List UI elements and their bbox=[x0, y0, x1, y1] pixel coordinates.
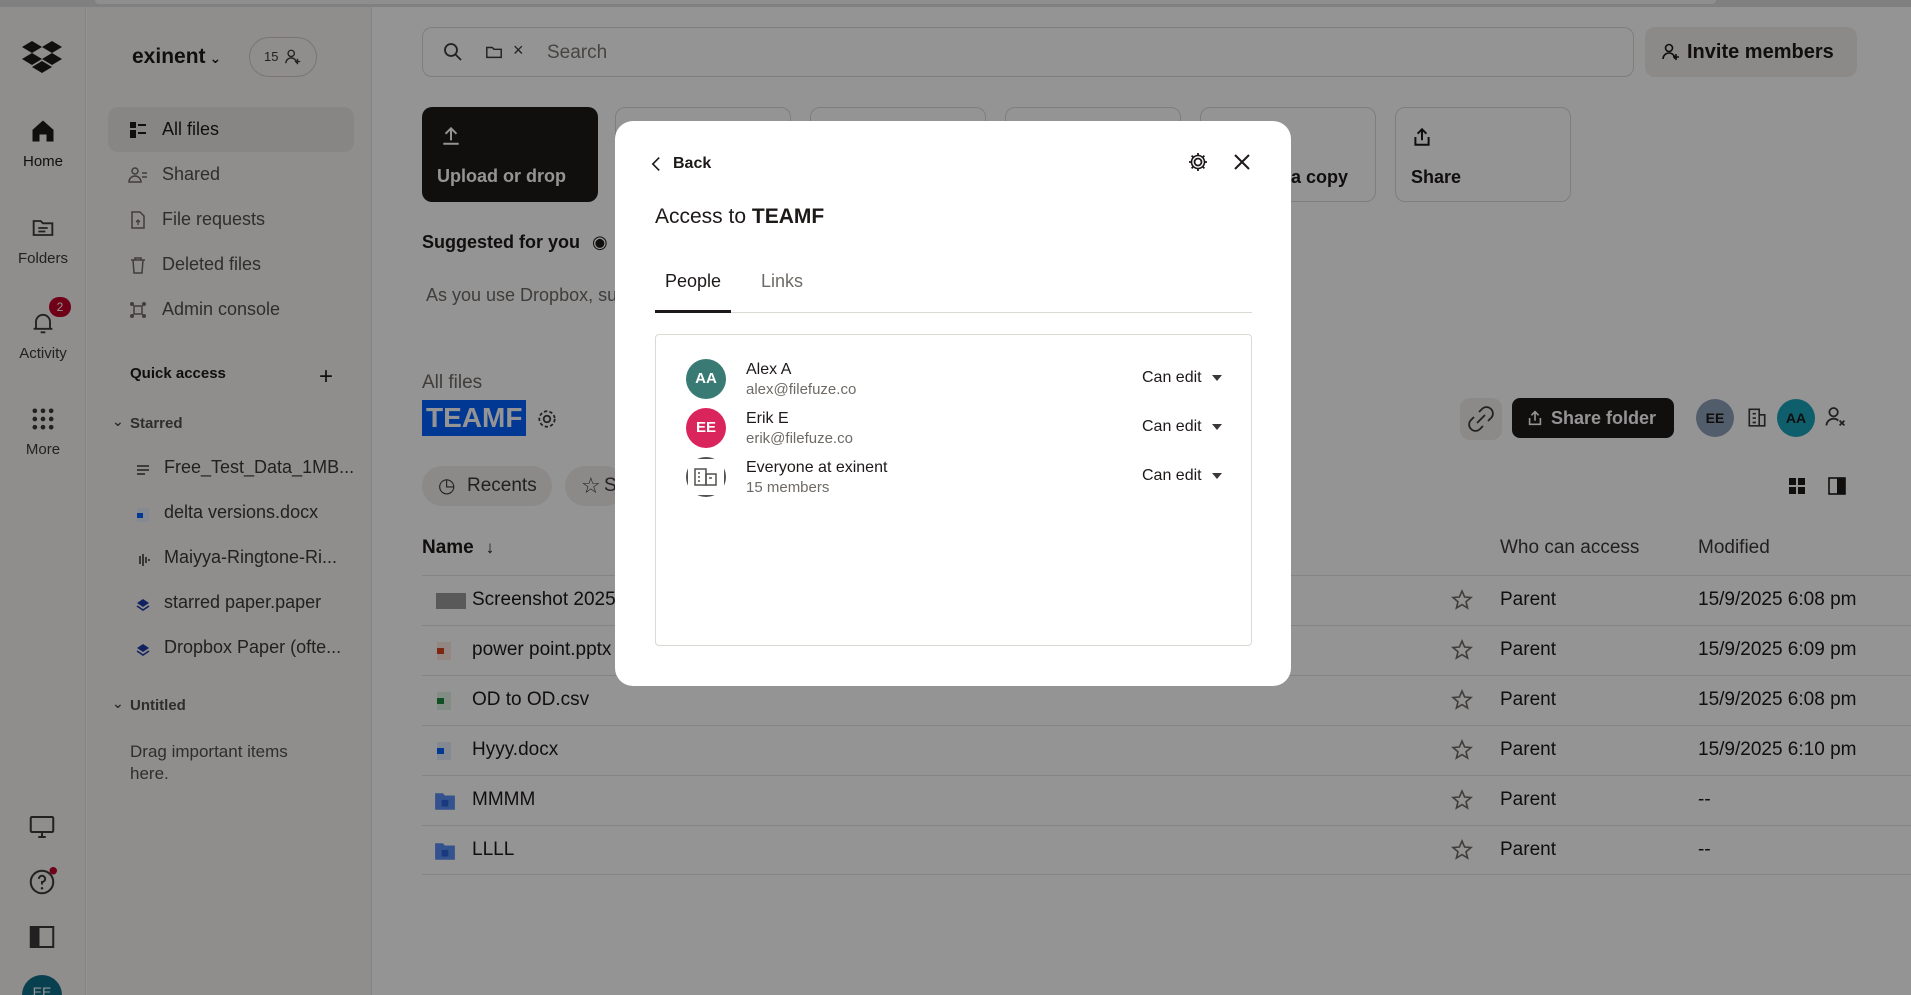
avatar: EE bbox=[686, 408, 726, 448]
permission-value: Can edit bbox=[1142, 369, 1202, 386]
person-name: Erik E bbox=[746, 410, 789, 427]
back-button[interactable]: Back bbox=[651, 154, 711, 174]
modal-title-folder: TEAMF bbox=[751, 205, 825, 228]
close-icon[interactable] bbox=[1231, 151, 1253, 173]
modal-title-prefix: Access to bbox=[655, 205, 752, 228]
avatar: AA bbox=[686, 359, 726, 399]
member-count: 15 members bbox=[746, 479, 830, 496]
tab-links[interactable]: Links bbox=[761, 271, 803, 292]
access-modal: Back Access to TEAMF People Links AA Ale… bbox=[615, 121, 1291, 686]
person-row: Everyone at exinent 15 members Can edit bbox=[656, 453, 1251, 503]
person-name: Alex A bbox=[746, 361, 792, 378]
permission-dropdown[interactable]: Can edit bbox=[1142, 467, 1222, 485]
permission-value: Can edit bbox=[1142, 418, 1202, 435]
person-email: alex@filefuze.co bbox=[746, 381, 857, 398]
caret-down-icon bbox=[1211, 423, 1222, 430]
back-label: Back bbox=[673, 155, 712, 172]
tab-people[interactable]: People bbox=[665, 271, 721, 292]
caret-down-icon bbox=[1211, 374, 1222, 381]
active-tab-indicator bbox=[655, 310, 731, 313]
permission-value: Can edit bbox=[1142, 467, 1202, 484]
chevron-left-icon bbox=[651, 157, 660, 171]
caret-down-icon bbox=[1211, 472, 1222, 479]
permission-dropdown[interactable]: Can edit bbox=[1142, 369, 1222, 387]
settings-icon[interactable] bbox=[1187, 151, 1209, 173]
person-email: erik@filefuze.co bbox=[746, 430, 853, 447]
people-list: AA Alex A alex@filefuze.co Can edit EE E… bbox=[655, 334, 1252, 646]
permission-dropdown[interactable]: Can edit bbox=[1142, 418, 1222, 436]
team-building-icon bbox=[686, 457, 726, 497]
person-row: EE Erik E erik@filefuze.co Can edit bbox=[656, 404, 1251, 454]
modal-title: Access to TEAMF bbox=[655, 205, 824, 229]
person-name: Everyone at exinent bbox=[746, 459, 888, 476]
person-row: AA Alex A alex@filefuze.co Can edit bbox=[656, 355, 1251, 405]
dropbox-app: Home Folders Activity 2 More EE exinent ⌄… bbox=[0, 0, 1911, 995]
tab-divider bbox=[655, 312, 1252, 313]
